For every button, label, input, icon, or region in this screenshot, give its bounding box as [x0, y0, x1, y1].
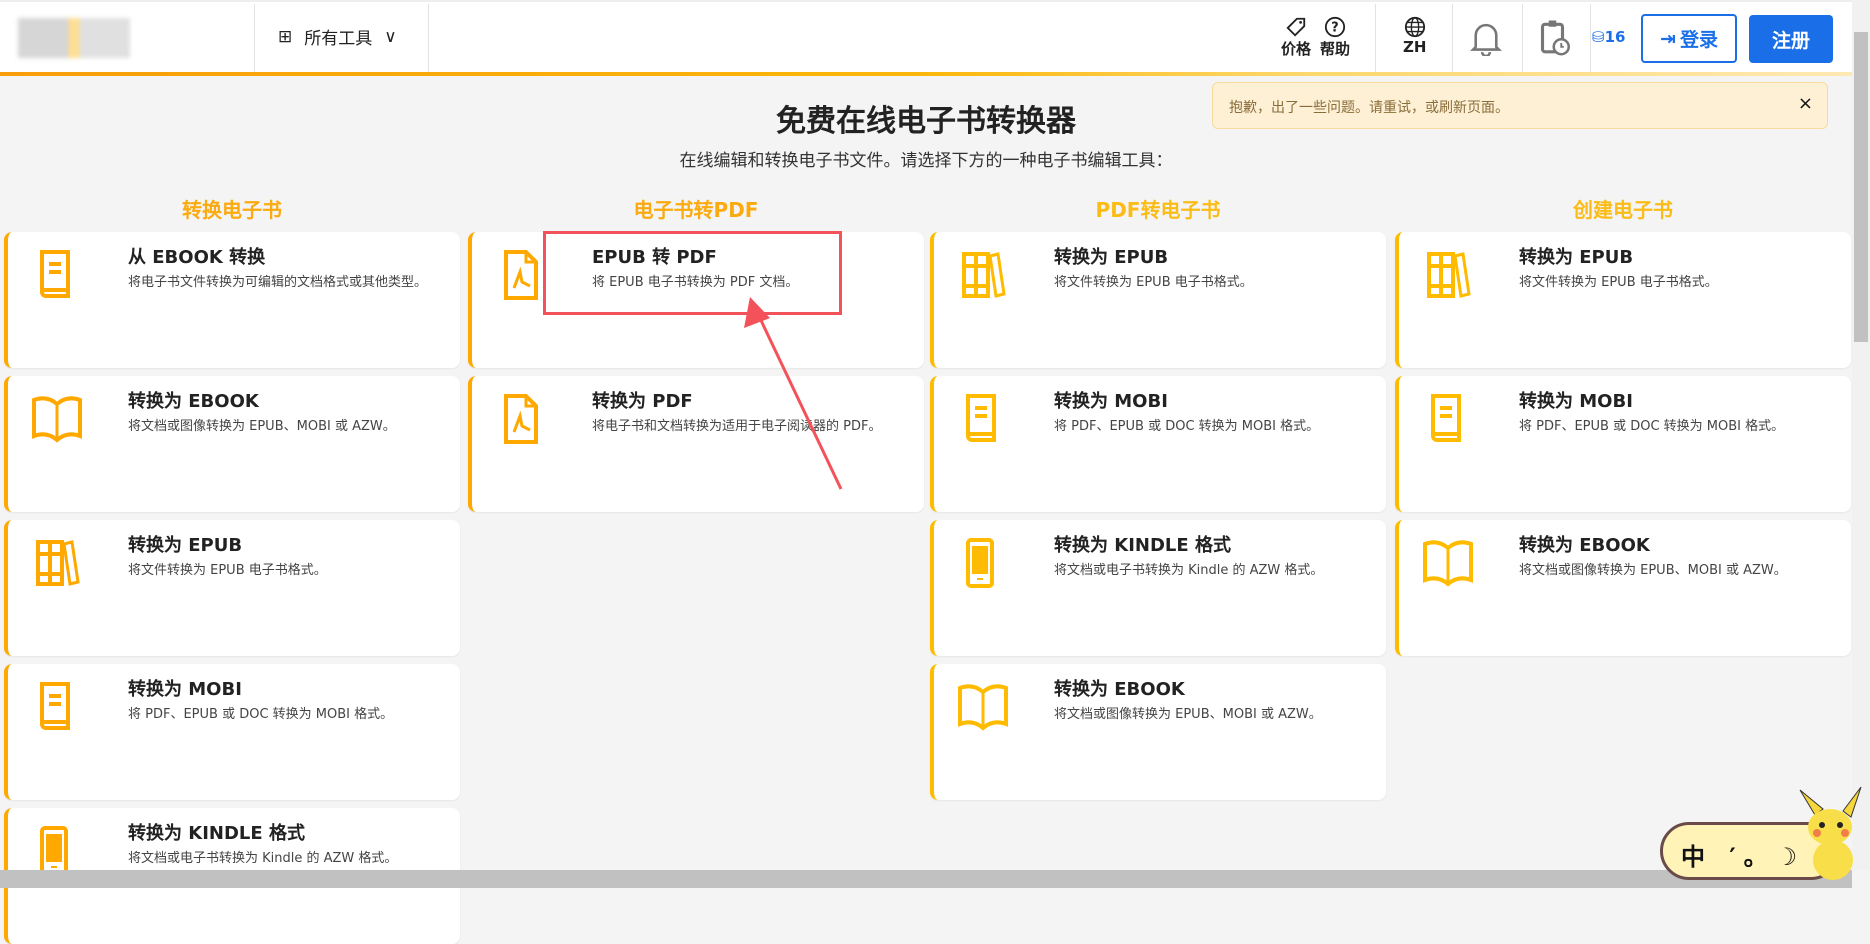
page-subtitle: 在线编辑和转换电子书文件。请选择下方的一种电子书编辑工具：: [679, 151, 1173, 171]
login-label: 登录: [1679, 29, 1718, 51]
books-icon: [28, 534, 86, 592]
tool-card-title: 转换为 EBOOK: [1519, 535, 1650, 556]
tool-card-description: 将文件转换为 EPUB 电子书格式。: [1519, 275, 1718, 290]
tool-card-title: 转换为 EBOOK: [1054, 679, 1185, 700]
grid-icon: ⊞: [278, 26, 293, 47]
help-icon: ?: [1324, 16, 1346, 38]
tool-card-title: 转换为 KINDLE 格式: [1054, 535, 1231, 556]
tool-card-title: 转换为 EPUB: [1054, 247, 1169, 268]
column-heading: 创建电子书: [1573, 198, 1673, 222]
login-icon: ⇥: [1660, 27, 1676, 50]
register-button[interactable]: 注册: [1749, 15, 1833, 63]
pikachu-mascot-icon: [1799, 786, 1862, 880]
tool-card-title: 转换为 MOBI: [1519, 391, 1633, 412]
tool-card[interactable]: 转换为 EPUB 将文件转换为 EPUB 电子书格式。: [930, 232, 1386, 368]
open-book-icon: [28, 390, 86, 448]
tool-card-description: 将文件转换为 EPUB 电子书格式。: [128, 563, 327, 578]
tool-card[interactable]: 转换为 MOBI 将 PDF、EPUB 或 DOC 转换为 MOBI 格式。: [930, 376, 1386, 512]
tool-card[interactable]: 转换为 EPUB 将文件转换为 EPUB 电子书格式。: [4, 520, 460, 656]
vertical-scrollbar[interactable]: [1852, 0, 1870, 870]
horizontal-scrollbar[interactable]: [0, 870, 1852, 888]
tool-card-description: 将 PDF、EPUB 或 DOC 转换为 MOBI 格式。: [128, 707, 394, 722]
open-book-icon: [954, 678, 1012, 736]
tool-card-title: 转换为 MOBI: [128, 679, 242, 700]
coin-icon: ⛁: [1592, 28, 1605, 46]
tool-card-description: 将 PDF、EPUB 或 DOC 转换为 MOBI 格式。: [1054, 419, 1320, 434]
loading-bar: [0, 72, 1852, 76]
tool-card-title: 转换为 MOBI: [1054, 391, 1168, 412]
column-heading: 转换电子书: [182, 198, 282, 222]
tool-card-description: 将文档或电子书转换为 Kindle 的 AZW 格式。: [1054, 563, 1324, 578]
tool-card[interactable]: 从 EBOOK 转换将电子书文件转换为可编辑的文档格式或其他类型。: [4, 232, 460, 368]
login-button[interactable]: ⇥ 登录: [1641, 14, 1737, 63]
tool-card-description: 将文档或图像转换为 EPUB、MOBI 或 AZW。: [128, 419, 396, 434]
book-icon: [1419, 390, 1477, 448]
divider: [1522, 4, 1523, 74]
tool-card-description: 将电子书和文档转换为适用于电子阅读器的 PDF。: [592, 419, 882, 434]
tool-card[interactable]: 转换为 EPUB 将文件转换为 EPUB 电子书格式。: [1395, 232, 1851, 368]
tool-card-title: 转换为 EPUB: [128, 535, 243, 556]
tool-card[interactable]: 转换为 MOBI 将 PDF、EPUB 或 DOC 转换为 MOBI 格式。: [1395, 376, 1851, 512]
coin-count: 16: [1604, 28, 1626, 46]
top-navbar: ⊞ 所有工具 ∨ 价格 ? 帮助 ZH ⛁16 ⇥ 登录 注册: [0, 0, 1852, 74]
tool-card-title: 转换为 KINDLE 格式: [128, 823, 305, 844]
price-link[interactable]: 价格: [1281, 16, 1311, 59]
tool-card-description: 将 PDF、EPUB 或 DOC 转换为 MOBI 格式。: [1519, 419, 1785, 434]
tool-card[interactable]: 转换为 KINDLE 格式将文档或电子书转换为 Kindle 的 AZW 格式。: [930, 520, 1386, 656]
tool-card-description: 将电子书文件转换为可编辑的文档格式或其他类型。: [128, 275, 428, 290]
books-icon: [954, 246, 1012, 304]
svg-text:?: ?: [1331, 21, 1338, 36]
book-icon: [28, 246, 86, 304]
kindle-icon: [954, 534, 1012, 592]
site-logo[interactable]: [18, 18, 130, 58]
tool-card-title: 转换为 PDF: [592, 391, 693, 412]
price-label: 价格: [1281, 40, 1312, 58]
language-label: ZH: [1403, 38, 1427, 56]
book-icon: [954, 390, 1012, 448]
tool-card-description: 将文档或图像转换为 EPUB、MOBI 或 AZW。: [1519, 563, 1787, 578]
page-title: 免费在线电子书转换器: [776, 104, 1076, 139]
help-label: 帮助: [1320, 40, 1351, 58]
column-heading: PDF转电子书: [1095, 198, 1221, 222]
divider: [428, 4, 429, 74]
all-tools-label: 所有工具: [304, 29, 373, 49]
open-book-icon: [1419, 534, 1477, 592]
tool-card[interactable]: 转换为 EBOOK 将文档或图像转换为 EPUB、MOBI 或 AZW。: [4, 376, 460, 512]
tool-card[interactable]: 转换为 MOBI 将 PDF、EPUB 或 DOC 转换为 MOBI 格式。: [4, 664, 460, 800]
books-icon: [1419, 246, 1477, 304]
book-icon: [28, 678, 86, 736]
column-heading: 电子书转PDF: [633, 198, 759, 222]
bell-icon[interactable]: [1470, 20, 1502, 56]
all-tools-menu[interactable]: ⊞ 所有工具 ∨: [278, 24, 397, 50]
chevron-down-icon: ∨: [384, 26, 397, 47]
tool-card-title: 转换为 EPUB: [1519, 247, 1634, 268]
annotation-box: [543, 231, 842, 315]
language-switch[interactable]: ZH: [1403, 16, 1426, 56]
tool-card-description: 将文档或电子书转换为 Kindle 的 AZW 格式。: [128, 851, 398, 866]
scrollbar-thumb[interactable]: [1854, 32, 1868, 342]
divider: [1375, 4, 1376, 74]
tool-card-description: 将文件转换为 EPUB 电子书格式。: [1054, 275, 1253, 290]
globe-icon: [1404, 16, 1425, 38]
divider: [254, 4, 255, 74]
tool-card-description: 将文档或图像转换为 EPUB、MOBI 或 AZW。: [1054, 707, 1322, 722]
clipboard-clock-icon[interactable]: [1540, 18, 1570, 58]
divider: [1452, 4, 1453, 74]
pdf-icon: [492, 390, 550, 448]
pdf-icon: [492, 246, 550, 304]
coin-balance[interactable]: ⛁16: [1592, 28, 1625, 46]
tool-card[interactable]: 转换为 EBOOK 将文档或图像转换为 EPUB、MOBI 或 AZW。: [930, 664, 1386, 800]
tool-card-title: 从 EBOOK 转换: [128, 247, 266, 268]
divider: [1590, 4, 1591, 74]
tool-card-title: 转换为 EBOOK: [128, 391, 259, 412]
tool-card[interactable]: 转换为 EBOOK 将文档或图像转换为 EPUB、MOBI 或 AZW。: [1395, 520, 1851, 656]
tool-card[interactable]: 转换为 PDF 将电子书和文档转换为适用于电子阅读器的 PDF。: [468, 376, 924, 512]
tag-icon: [1286, 17, 1306, 37]
help-link[interactable]: ? 帮助: [1320, 16, 1350, 59]
